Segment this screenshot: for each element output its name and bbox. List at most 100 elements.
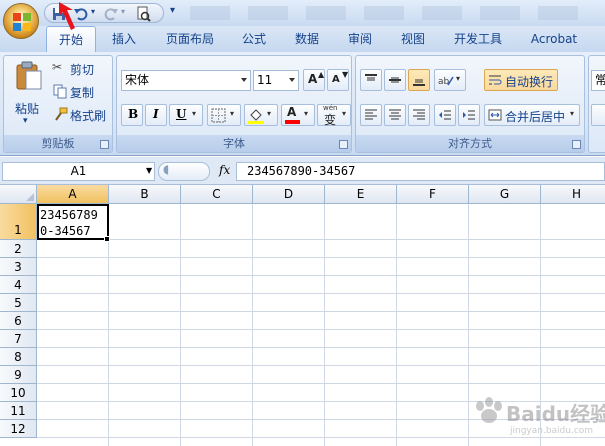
tab-view[interactable]: 视图 [393, 26, 433, 52]
phonetic-guide-button[interactable]: wén 变 ▾ [317, 104, 351, 127]
column-header-d[interactable]: D [253, 185, 325, 204]
font-color-swatch [285, 120, 300, 124]
italic-button[interactable]: I [145, 104, 167, 126]
font-name-value: 宋体 [125, 73, 150, 87]
fill-color-button[interactable]: ▾ [244, 104, 278, 126]
cut-label: 剪切 [70, 63, 95, 77]
formula-text: 234567890-34567 [247, 164, 356, 178]
gridline-horizontal [37, 257, 605, 258]
top-align-button[interactable] [360, 69, 382, 91]
font-name-select[interactable]: 宋体 [121, 70, 251, 91]
column-header-b[interactable]: B [109, 185, 181, 204]
redo-icon[interactable] [103, 6, 119, 22]
paste-button[interactable]: 粘贴 ▾ [7, 59, 49, 131]
wrap-text-button[interactable]: 自动换行 [484, 69, 558, 91]
decrease-indent-button[interactable] [434, 104, 456, 126]
column-header-f[interactable]: F [397, 185, 469, 204]
tab-developer[interactable]: 开发工具 [446, 26, 510, 52]
font-color-dropdown-icon: ▾ [304, 109, 309, 118]
alignment-dialog-launcher[interactable] [572, 140, 581, 149]
font-size-select[interactable]: 11 [253, 70, 299, 91]
gridline-horizontal [37, 311, 605, 312]
row-header-2[interactable]: 2 [0, 240, 37, 258]
fill-handle[interactable] [104, 236, 110, 242]
gridline-vertical [324, 204, 325, 446]
row-header-12[interactable]: 12 [0, 420, 37, 438]
row-header-4[interactable]: 4 [0, 276, 37, 294]
font-color-letter: A [287, 105, 297, 119]
name-box-dropdown-icon[interactable]: ▼ [146, 166, 152, 175]
row-header-3[interactable]: 3 [0, 258, 37, 276]
accounting-format-button[interactable] [591, 104, 605, 126]
window-title-blurred [190, 6, 590, 20]
formula-input[interactable]: 234567890-34567 [236, 162, 605, 181]
row-header-11[interactable]: 11 [0, 402, 37, 420]
scissors-icon: ✂ [52, 60, 63, 74]
wrap-text-label: 自动换行 [505, 75, 554, 89]
borders-button[interactable]: ▾ [207, 104, 241, 126]
tab-formulas[interactable]: 公式 [234, 26, 274, 52]
cut-button[interactable]: ✂ 剪切 [52, 60, 110, 78]
column-header-e[interactable]: E [325, 185, 397, 204]
tab-page-layout[interactable]: 页面布局 [158, 26, 222, 52]
shrink-font-button[interactable]: A ▼ [327, 69, 349, 91]
customize-qat-icon[interactable]: ▾ [170, 5, 175, 16]
formula-bar: A1 ▼ ◖ fx 234567890-34567 [0, 157, 605, 185]
bold-button[interactable]: B [121, 104, 143, 126]
copy-button[interactable]: 复制 [52, 83, 110, 101]
clipboard-icon [16, 61, 42, 90]
number-format-select[interactable]: 常 [591, 70, 605, 91]
align-center-icon [389, 109, 401, 120]
row-header-8[interactable]: 8 [0, 348, 37, 366]
tab-acrobat[interactable]: Acrobat [524, 26, 584, 52]
row-header-5[interactable]: 5 [0, 294, 37, 312]
tab-insert[interactable]: 插入 [103, 26, 145, 52]
bottom-align-button[interactable] [408, 69, 430, 91]
merge-center-button[interactable]: 合并后居中 ▾ [484, 104, 580, 126]
format-painter-button[interactable]: 格式刷 [52, 106, 112, 124]
orientation-button[interactable]: ab ▾ [434, 69, 466, 91]
align-left-button[interactable] [360, 104, 382, 126]
font-dialog-launcher[interactable] [339, 140, 348, 149]
ribbon: 粘贴 ▾ ✂ 剪切 复制 格式刷 剪贴板 宋体 11 A ▲ A ▼ B I U… [0, 52, 605, 156]
align-center-button[interactable] [384, 104, 406, 126]
row-header-1[interactable]: 1 [0, 204, 37, 240]
borders-icon [211, 108, 226, 123]
increase-indent-button[interactable] [458, 104, 480, 126]
row-header-9[interactable]: 9 [0, 366, 37, 384]
fill-color-dropdown-icon: ▾ [267, 109, 272, 118]
column-header-g[interactable]: G [469, 185, 541, 204]
fill-bucket-icon [248, 109, 264, 124]
font-size-value: 11 [257, 73, 273, 87]
print-preview-icon[interactable] [135, 6, 151, 22]
cell-a1[interactable]: 23456789 0-34567 [37, 204, 109, 240]
underline-button[interactable]: U ▾ [169, 104, 203, 126]
fx-icon[interactable]: fx [219, 163, 230, 177]
name-box[interactable]: A1 [2, 162, 155, 181]
cell-a1-line1: 23456789 [40, 208, 98, 222]
select-all-corner[interactable] [0, 185, 37, 204]
row-header-6[interactable]: 6 [0, 312, 37, 330]
middle-align-button[interactable] [384, 69, 406, 91]
pill-grip-icon: ◖ [163, 162, 170, 176]
align-right-button[interactable] [408, 104, 430, 126]
row-header-10[interactable]: 10 [0, 384, 37, 402]
font-group-label: 字体 [117, 135, 351, 152]
redo-dropdown-icon[interactable]: ▾ [121, 7, 125, 16]
italic-label: I [153, 107, 159, 121]
gridline-horizontal [37, 383, 605, 384]
tab-review[interactable]: 审阅 [340, 26, 380, 52]
decrease-indent-icon [439, 110, 451, 120]
grow-font-button[interactable]: A ▲ [303, 69, 325, 91]
column-header-a[interactable]: A [37, 185, 109, 204]
number-group: 常 [588, 55, 605, 153]
column-header-h[interactable]: H [541, 185, 605, 204]
copy-icon [53, 84, 67, 99]
select-all-triangle-icon [26, 193, 34, 201]
column-header-c[interactable]: C [181, 185, 253, 204]
font-color-button[interactable]: A ▾ [281, 104, 315, 126]
office-button[interactable] [3, 3, 39, 39]
row-header-7[interactable]: 7 [0, 330, 37, 348]
tab-data[interactable]: 数据 [287, 26, 327, 52]
clipboard-dialog-launcher[interactable] [100, 140, 109, 149]
